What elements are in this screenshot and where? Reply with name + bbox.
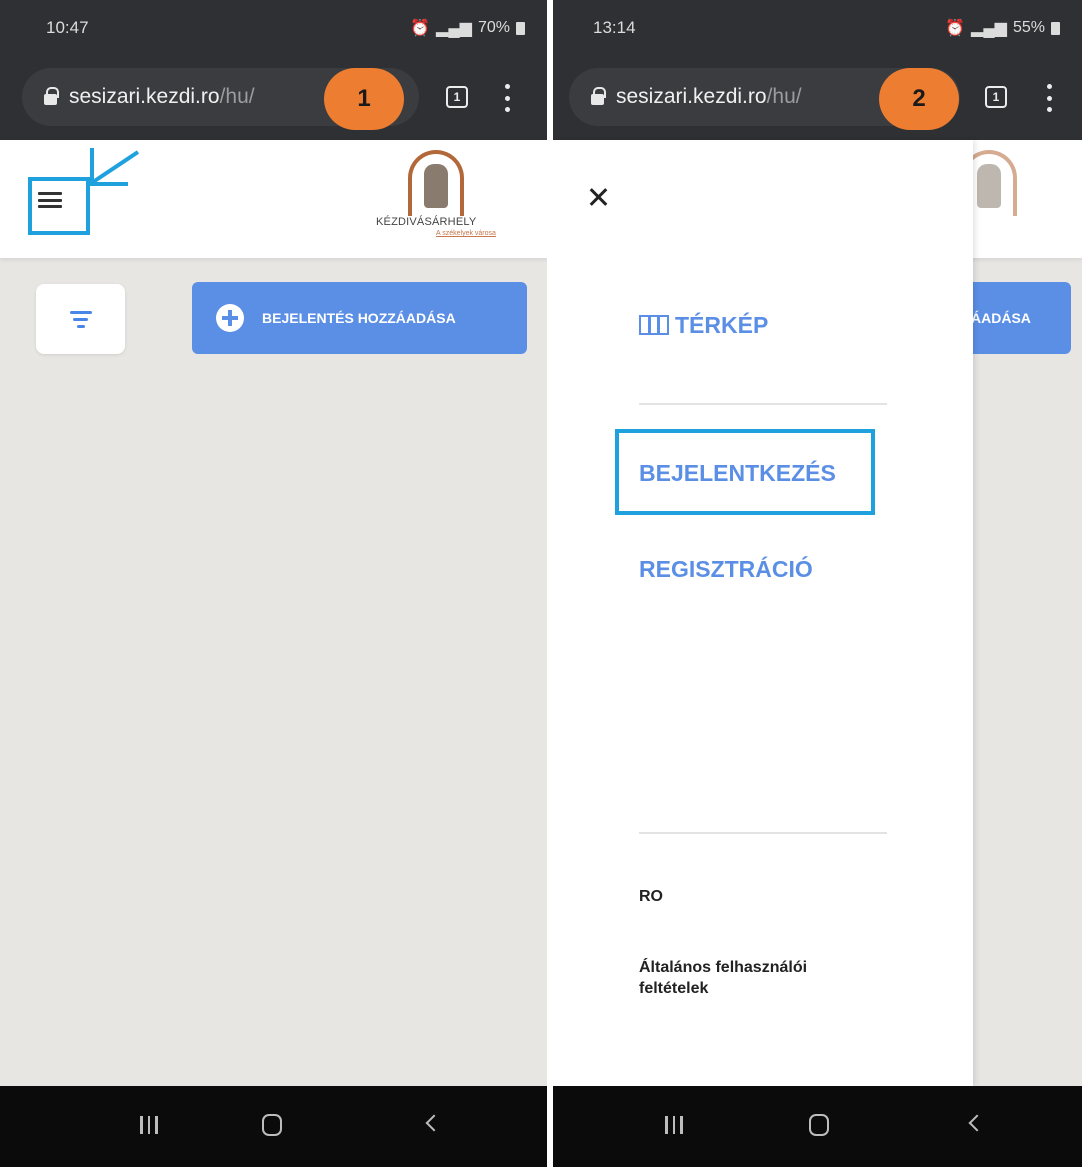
android-nav-bar — [0, 1086, 547, 1167]
url-path: /hu/ — [219, 85, 255, 108]
map-icon — [639, 315, 669, 335]
screenshot-step-2: 13:14 ⏰ ▂▄▆ 55% sesizari.kezdi.ro/hu/ 1 … — [553, 0, 1082, 1167]
menu-divider — [639, 832, 887, 834]
close-icon[interactable] — [587, 186, 609, 208]
filter-button[interactable] — [36, 284, 125, 354]
site-header: KÉZDIVÁSÁRHELY A székelyek városa — [0, 140, 547, 258]
browser-menu-icon[interactable] — [1047, 84, 1053, 112]
menu-item-map-label: TÉRKÉP — [675, 312, 769, 338]
battery-icon — [1051, 21, 1060, 35]
city-logo: KÉZDIVÁSÁRHELY A székelyek városa — [336, 150, 516, 250]
home-icon[interactable] — [262, 1114, 282, 1136]
browser-menu-icon[interactable] — [505, 84, 511, 112]
add-report-button[interactable]: BEJELENTÉS HOZZÁADÁSA — [192, 282, 527, 354]
add-report-label-partial: ÁADÁSA — [971, 310, 1031, 326]
language-switch-ro[interactable]: RO — [639, 886, 663, 907]
plus-circle-icon — [216, 304, 244, 332]
browser-chrome: 13:14 ⏰ ▂▄▆ 55% sesizari.kezdi.ro/hu/ 1 — [553, 0, 1082, 140]
menu-divider — [639, 403, 887, 405]
tab-switcher-button[interactable]: 1 — [446, 86, 468, 108]
alarm-icon: ⏰ — [410, 20, 431, 37]
login-highlight — [615, 429, 875, 515]
url-host: sesizari.kezdi.ro — [69, 85, 220, 108]
lock-icon — [44, 87, 59, 105]
battery-level: 70% — [477, 19, 510, 36]
status-icons: ⏰ ▂▄▆ 55% — [945, 18, 1060, 38]
pointer-arrow-icon — [88, 148, 140, 186]
recents-icon[interactable] — [665, 1116, 683, 1134]
signal-icon: ▂▄▆ — [436, 20, 472, 37]
alarm-icon: ⏰ — [945, 20, 966, 37]
lock-icon — [591, 87, 606, 105]
step-badge: 1 — [324, 68, 404, 130]
back-icon[interactable] — [425, 1114, 443, 1132]
menu-item-map[interactable]: TÉRKÉP — [639, 312, 768, 339]
recents-icon[interactable] — [140, 1116, 158, 1134]
logo-tagline: A székelyek városa — [436, 230, 496, 237]
terms-link[interactable]: Általános felhasználói feltételek — [639, 957, 879, 999]
browser-chrome: 10:47 ⏰ ▂▄▆ 70% sesizari.kezdi.ro/hu/ 1 — [0, 0, 547, 140]
url-host: sesizari.kezdi.ro — [616, 85, 767, 108]
status-time: 13:14 — [593, 18, 636, 37]
back-icon[interactable] — [968, 1114, 986, 1132]
battery-level: 55% — [1012, 19, 1045, 36]
signal-icon: ▂▄▆ — [971, 20, 1007, 37]
step-badge: 2 — [879, 68, 959, 130]
hamburger-highlight — [28, 177, 90, 235]
nav-drawer: TÉRKÉP BEJELENTKEZÉS REGISZTRÁCIÓ RO Ált… — [553, 140, 973, 1086]
url-path: /hu/ — [766, 85, 802, 108]
add-report-button[interactable]: ÁADÁSA — [971, 282, 1071, 354]
menu-item-register[interactable]: REGISZTRÁCIÓ — [639, 556, 813, 583]
add-report-label: BEJELENTÉS HOZZÁADÁSA — [262, 310, 456, 326]
status-time: 10:47 — [46, 18, 89, 37]
tab-switcher-button[interactable]: 1 — [985, 86, 1007, 108]
logo-name: KÉZDIVÁSÁRHELY — [376, 216, 477, 228]
home-icon[interactable] — [809, 1114, 829, 1136]
status-icons: ⏰ ▂▄▆ 70% — [410, 18, 525, 38]
android-nav-bar — [553, 1086, 1082, 1167]
battery-icon — [516, 21, 525, 35]
screenshot-step-1: 10:47 ⏰ ▂▄▆ 70% sesizari.kezdi.ro/hu/ 1 … — [0, 0, 547, 1167]
